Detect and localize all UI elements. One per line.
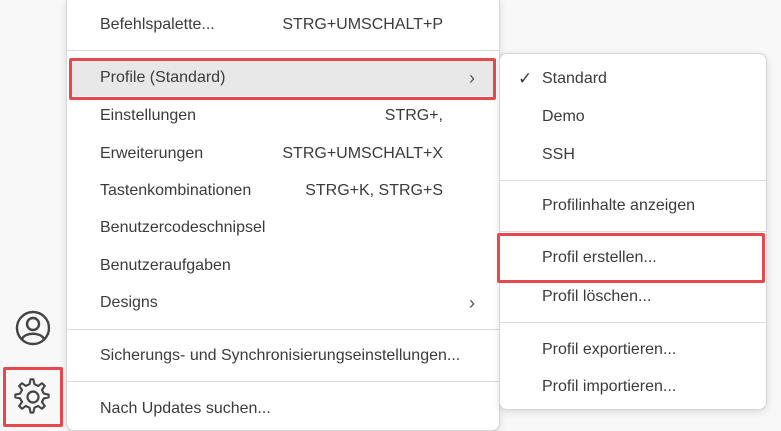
menu-item-settings[interactable]: Einstellungen STRG+, — [71, 98, 495, 134]
gear-icon-graphic — [14, 378, 50, 414]
submenu-item-profile-demo[interactable]: Demo — [504, 99, 762, 135]
submenu-item-label: Profil erstellen... — [542, 249, 657, 266]
submenu-item-label: Profil importieren... — [542, 378, 677, 395]
submenu-item-delete-profile[interactable]: Profil löschen... — [504, 279, 762, 315]
submenu-item-profile-ssh[interactable]: SSH — [504, 137, 762, 173]
menu-item-label: Designs — [100, 294, 158, 311]
submenu-item-label: Profilinhalte anzeigen — [542, 197, 695, 214]
menu-item-command-palette[interactable]: Befehlspalette... STRG+UMSCHALT+P — [71, 7, 495, 43]
menu-item-label: Erweiterungen — [100, 145, 204, 162]
manage-menu: Befehlspalette... STRG+UMSCHALT+P Profil… — [66, 0, 500, 431]
submenu-item-profile-standard[interactable]: ✓ Standard — [504, 61, 762, 97]
menu-item-extensions[interactable]: Erweiterungen STRG+UMSCHALT+X — [71, 136, 495, 172]
accounts-icon[interactable] — [10, 305, 56, 351]
menu-item-shortcut: STRG+K, STRG+S — [305, 182, 443, 199]
chevron-right-icon: › — [469, 67, 475, 88]
submenu-item-label: Profil exportieren... — [542, 341, 677, 358]
menu-item-label: Befehlspalette... — [100, 16, 215, 33]
menu-item-label: Benutzercodeschnipsel — [100, 219, 266, 236]
menu-item-label: Benutzeraufgaben — [100, 257, 231, 274]
profiles-submenu: ✓ Standard Demo SSH Profilinhalte anzeig… — [499, 53, 767, 410]
submenu-item-show-contents[interactable]: Profilinhalte anzeigen — [504, 188, 762, 224]
menu-separator — [67, 381, 499, 382]
menu-item-label: Tastenkombinationen — [100, 182, 252, 199]
menu-item-label: Nach Updates suchen... — [100, 400, 271, 417]
menu-item-shortcut: STRG+, — [384, 107, 443, 124]
submenu-item-create-profile[interactable]: Profil erstellen... — [504, 240, 762, 276]
menu-item-backup-sync[interactable]: Sicherungs- und Synchronisierungseinstel… — [71, 338, 495, 374]
menu-separator — [67, 329, 499, 330]
menu-item-check-updates[interactable]: Nach Updates suchen... — [71, 391, 495, 427]
submenu-item-import-profile[interactable]: Profil importieren... — [504, 369, 762, 405]
menu-item-shortcut: STRG+UMSCHALT+P — [282, 16, 443, 33]
submenu-item-label: Standard — [542, 70, 607, 87]
chevron-right-icon: › — [469, 292, 475, 313]
menu-item-label: Einstellungen — [100, 107, 197, 124]
vscode-window: Befehlspalette... STRG+UMSCHALT+P Profil… — [0, 0, 781, 431]
submenu-item-export-profile[interactable]: Profil exportieren... — [504, 332, 762, 368]
menu-separator — [500, 231, 766, 232]
menu-item-profiles[interactable]: Profile (Standard) › — [71, 60, 495, 96]
submenu-item-label: Demo — [542, 108, 585, 125]
menu-separator — [67, 50, 499, 51]
menu-separator — [500, 180, 766, 181]
accounts-icon-graphic — [15, 310, 51, 346]
menu-item-user-tasks[interactable]: Benutzeraufgaben — [71, 248, 495, 284]
menu-item-label: Sicherungs- und Synchronisierungseinstel… — [100, 347, 461, 364]
menu-item-user-snippets[interactable]: Benutzercodeschnipsel — [71, 210, 495, 246]
menu-item-shortcut: STRG+UMSCHALT+X — [282, 145, 443, 162]
menu-item-keyboard-shortcuts[interactable]: Tastenkombinationen STRG+K, STRG+S — [71, 173, 495, 209]
menu-item-themes[interactable]: Designs › — [71, 285, 495, 321]
submenu-item-label: SSH — [542, 146, 575, 163]
submenu-item-label: Profil löschen... — [542, 288, 652, 305]
menu-separator — [500, 322, 766, 323]
gear-icon[interactable] — [3, 367, 63, 427]
check-icon: ✓ — [518, 69, 533, 88]
activity-bar — [0, 0, 66, 431]
menu-item-label: Profile (Standard) — [100, 69, 226, 86]
